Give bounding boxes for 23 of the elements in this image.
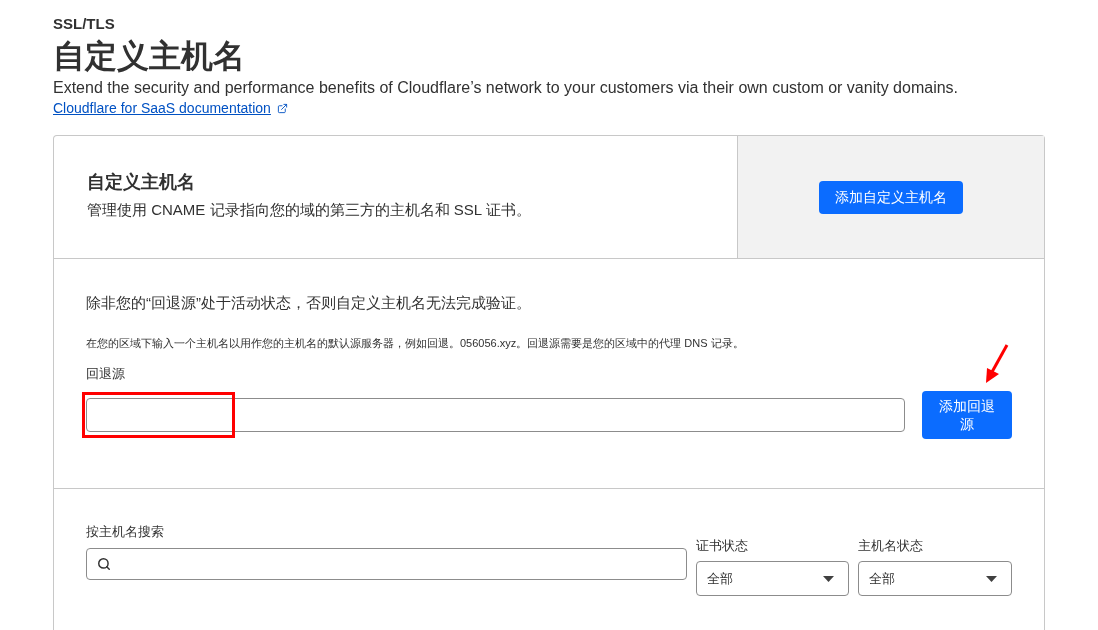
card-title: 自定义主机名	[87, 171, 196, 194]
hostname-search-field[interactable]	[86, 548, 687, 580]
filter-label: 证书状态	[695, 537, 749, 555]
fallback-origin-input[interactable]	[86, 398, 905, 432]
documentation-link[interactable]: Cloudflare for SaaS documentation	[53, 98, 271, 118]
arrow-icon	[985, 344, 1009, 384]
filter-label: 主机名状态	[858, 537, 925, 555]
add-fallback-origin-button[interactable]: 添加回退源	[922, 391, 1012, 439]
status-select[interactable]: 全部	[695, 561, 850, 596]
caret-icon	[823, 575, 835, 582]
fallback-notice: 除非您的“回退源”处于活动状态，否则自定义主机名无法完成验证。	[86, 293, 532, 313]
external-link-icon	[276, 102, 288, 114]
search-label: 按主机名搜索	[86, 523, 165, 541]
add-custom-hostname-button[interactable]: 添加自定义主机名	[819, 180, 963, 214]
search-icon	[97, 557, 111, 571]
fallback-origin-label: 回退源	[86, 365, 126, 383]
caret-icon	[986, 575, 997, 582]
status-select[interactable]: 全部	[858, 561, 1012, 596]
page-description: Extend the security and performance benefits of Cloudflare’s network to your customers via their own custom or vanity domains.	[53, 78, 959, 98]
fallback-help-text: 在您的区域下输入一个主机名以用作您的主机名的默认源服务器，例如回退。056056.xyz。回退源需要是您的区域中的代理 DNS 记录。	[86, 336, 745, 351]
card-description: 管理使用 CNAME 记录指向您的域的第三方的主机名和 SSL 证书。	[87, 200, 532, 220]
page-title: 自定义主机名	[53, 37, 245, 76]
breadcrumb: SSL/TLS	[53, 14, 115, 34]
